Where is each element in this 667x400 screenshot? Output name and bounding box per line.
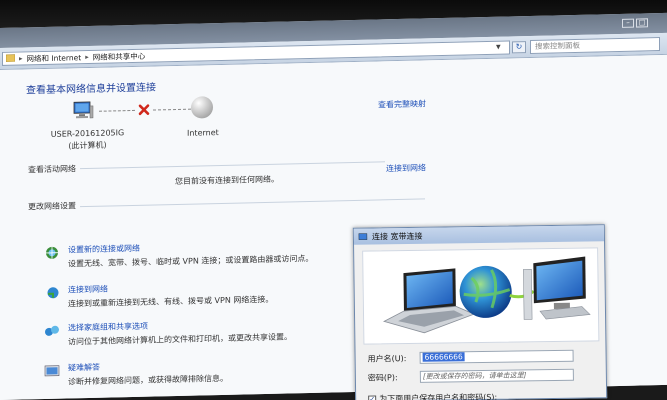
globe-icon [459, 265, 512, 318]
desktop-monitor-icon [523, 256, 591, 320]
refresh-icon: ↻ [515, 42, 523, 52]
not-connected-text: 您目前没有连接到任何网络。 [175, 174, 279, 187]
folder-icon [5, 54, 16, 64]
minimize-button[interactable]: – [622, 18, 634, 28]
setup-connection-link[interactable]: 设置新的连接或网络 [68, 243, 140, 256]
homegroup-link[interactable]: 选择家庭组和共享选项 [68, 321, 148, 334]
dialog-title: 连接 宽带连接 [371, 231, 423, 242]
connection-line [153, 108, 191, 111]
refresh-button[interactable]: ↻ [512, 41, 526, 54]
chevron-right-icon: ▸ [85, 52, 89, 62]
active-networks-heading: 查看活动网络 [28, 164, 76, 175]
connect-network-icon [44, 285, 60, 301]
network-setup-icon [44, 245, 60, 261]
divider [80, 161, 385, 170]
breadcrumb-network-internet[interactable]: 网络和 Internet [27, 52, 82, 64]
password-field[interactable]: [更改或保存的密码，请单击这里] [419, 368, 574, 383]
computer-label: USER-20161205IG (此计算机) [50, 127, 125, 153]
dialog-banner-image [362, 247, 600, 345]
connect-network-link[interactable]: 连接到网络 [68, 284, 108, 296]
task-connect-network: 连接到网络 连接到或重新连接到无线、有线、拨号或 VPN 网络连接。 [44, 278, 374, 308]
connect-to-network-link[interactable]: 连接到网络 [386, 162, 426, 174]
connect-network-desc: 连接到或重新连接到无线、有线、拨号或 VPN 网络连接。 [68, 294, 274, 309]
dialog-titlebar: 连接 宽带连接 [353, 225, 605, 245]
page-title: 查看基本网络信息并设置连接 [26, 82, 156, 97]
search-input[interactable]: 搜索控制面板 [530, 37, 660, 54]
homegroup-icon [44, 323, 60, 339]
connection-icon [358, 232, 368, 242]
homegroup-desc: 访问位于其他网络计算机上的文件和打印机，或更改共享设置。 [68, 332, 292, 347]
computer-name: USER-20161205IG [50, 128, 125, 139]
computer-sub: (此计算机) [68, 140, 107, 151]
laptop-icon [383, 268, 476, 334]
laptop-globe-monitor-illustration [383, 256, 591, 334]
username-label: 用户名(U): [367, 354, 407, 364]
internet-label: Internet [187, 128, 219, 138]
task-troubleshoot: 疑难解答 诊断并修复网络问题，或获得故障排除信息。 [44, 356, 374, 386]
troubleshoot-icon [44, 363, 60, 379]
username-value: 66666666 [422, 352, 465, 362]
task-homegroup: 选择家庭组和共享选项 访问位于其他网络计算机上的文件和打印机，或更改共享设置。 [44, 316, 374, 346]
breadcrumb-sharing-center[interactable]: 网络和共享中心 [93, 50, 146, 62]
connection-line [99, 109, 135, 112]
password-value: [更改或保存的密码，请单击这里] [422, 371, 527, 381]
change-settings-heading: 更改网络设置 [28, 201, 76, 212]
chevron-right-icon: ▸ [19, 54, 23, 63]
see-full-map-link[interactable]: 查看完整映射 [378, 98, 426, 110]
search-placeholder: 搜索控制面板 [535, 40, 580, 51]
chevron-down-icon[interactable]: ▼ [496, 44, 501, 51]
computer-icon[interactable] [72, 100, 94, 122]
task-setup-connection: 设置新的连接或网络 设置无线、宽带、拨号、临时或 VPN 连接；或设置路由器或访… [44, 238, 374, 268]
troubleshoot-desc: 诊断并修复网络问题，或获得故障排除信息。 [68, 373, 228, 387]
save-credentials-checkbox[interactable]: ✓ [368, 394, 377, 400]
username-field[interactable]: 66666666 [419, 349, 574, 364]
maximize-button[interactable]: □ [636, 18, 648, 28]
setup-connection-desc: 设置无线、宽带、拨号、临时或 VPN 连接；或设置路由器或访问点。 [68, 253, 314, 269]
save-credentials-label[interactable]: 为下面用户保存用户名和密码(S): [379, 392, 497, 400]
password-label: 密码(P): [367, 373, 398, 383]
divider [80, 198, 425, 208]
troubleshoot-link[interactable]: 疑难解答 [68, 362, 100, 374]
disconnected-x-icon[interactable] [137, 103, 151, 117]
internet-globe-icon[interactable] [191, 96, 213, 119]
save-credentials-row: ✓ 为下面用户保存用户名和密码(S): [368, 392, 497, 400]
broadband-connect-dialog: 连接 宽带连接 用户名(U): 66666666 密码(P): [更改或保存的密… [352, 224, 608, 400]
